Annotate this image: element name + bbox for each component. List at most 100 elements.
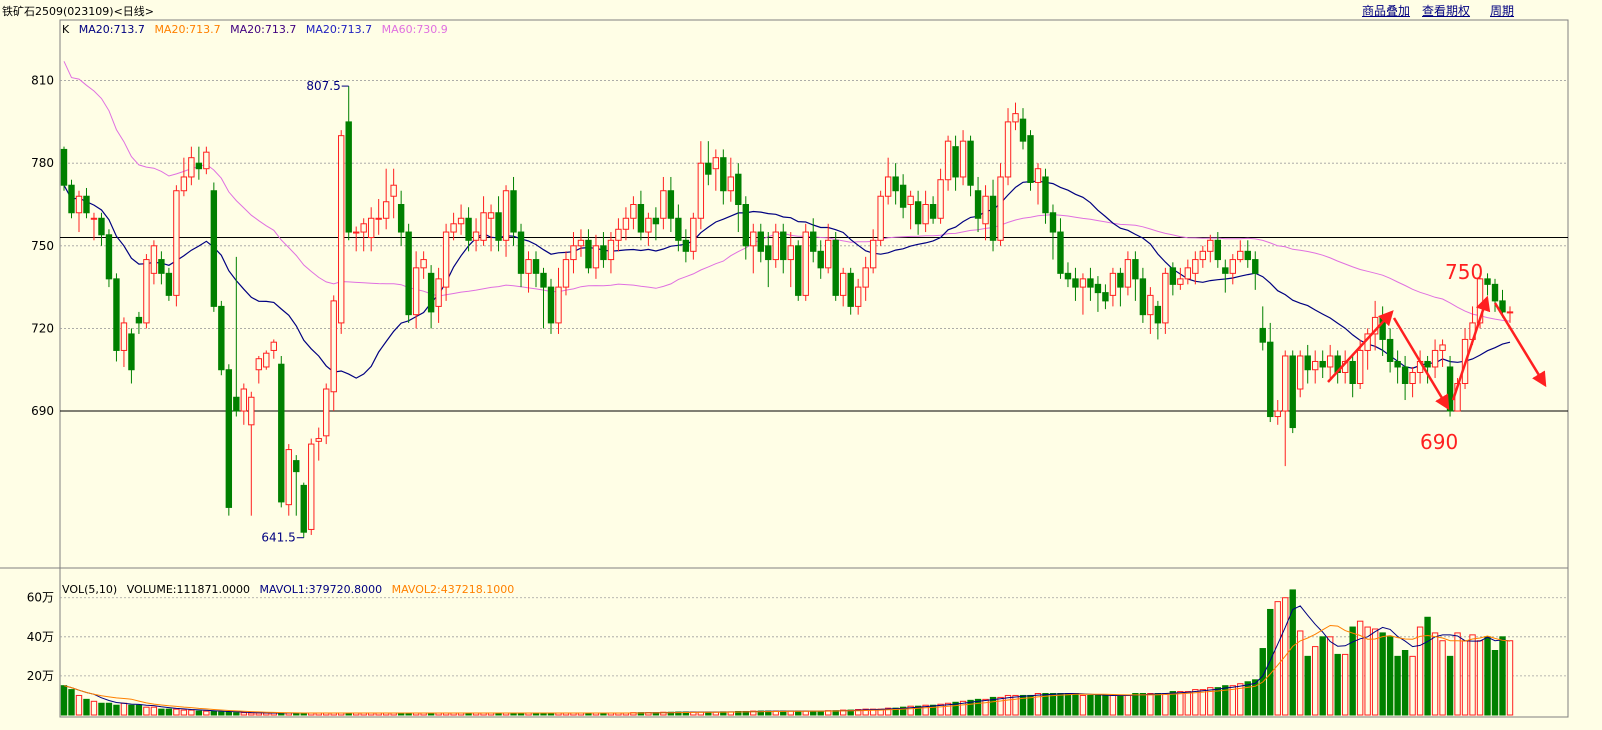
- candle-body: [203, 151, 210, 170]
- candle: [727, 157, 735, 202]
- volume-bar: [1117, 694, 1124, 716]
- candle: [555, 267, 562, 334]
- candle: [405, 223, 412, 323]
- candle: [1371, 300, 1379, 351]
- candle-body: [937, 179, 944, 219]
- candle: [592, 234, 600, 279]
- candle-body: [795, 245, 802, 296]
- candle: [75, 190, 83, 233]
- candle-body: [600, 245, 607, 261]
- view-options-link[interactable]: 查看期权: [1422, 2, 1470, 19]
- volume-bar: [1124, 694, 1132, 716]
- candle-body: [720, 157, 727, 192]
- candle-body: [1237, 250, 1244, 261]
- period-link[interactable]: 周期: [1490, 2, 1514, 19]
- candle-body: [188, 157, 195, 178]
- candle: [780, 223, 787, 274]
- volume-bar: [1491, 650, 1499, 716]
- volume-bar: [1109, 694, 1117, 716]
- candle: [1379, 306, 1386, 356]
- candle-body: [330, 300, 337, 393]
- candle-body: [225, 369, 233, 508]
- volume-bar: [218, 711, 225, 716]
- candle-body: [240, 388, 248, 412]
- candle-body: [1177, 278, 1184, 285]
- candle-body: [165, 272, 173, 296]
- volume-bar: [1214, 687, 1222, 716]
- candle-body: [352, 231, 360, 234]
- candle-body: [487, 212, 495, 219]
- candle: [1034, 163, 1042, 205]
- candle-body: [1072, 278, 1079, 288]
- candle: [1177, 267, 1184, 290]
- candle: [1019, 108, 1027, 150]
- candle: [914, 190, 922, 235]
- price-tick-label: 690: [31, 404, 54, 418]
- ma20-line: [63, 180, 1511, 379]
- volume-bar: [997, 696, 1004, 716]
- volume-bar: [1394, 655, 1401, 716]
- candle-body: [525, 259, 532, 274]
- candle: [847, 267, 854, 315]
- candle-body: [1326, 355, 1334, 368]
- candle: [525, 251, 532, 293]
- candle: [1057, 218, 1064, 279]
- candle: [1304, 344, 1311, 384]
- candle: [989, 179, 997, 252]
- candle: [667, 176, 675, 233]
- candle-body: [1267, 341, 1274, 418]
- candle-body: [540, 272, 547, 288]
- candle-body: [1064, 272, 1072, 280]
- candle-body: [338, 135, 345, 324]
- candle-body: [1012, 113, 1019, 123]
- volume-bar: [68, 689, 75, 716]
- candle-body: [293, 460, 300, 473]
- candle-body: [510, 190, 517, 233]
- price-tick-label: 810: [31, 74, 54, 88]
- candle-body: [345, 121, 352, 233]
- price-labels: 807.5 641.5 750 690: [261, 79, 1483, 545]
- candle-body: [690, 217, 697, 252]
- candle: [173, 185, 180, 307]
- candle-body: [944, 140, 952, 181]
- candle: [937, 168, 944, 224]
- candle: [532, 251, 540, 288]
- volume-bar: [1102, 694, 1109, 716]
- candle: [263, 350, 270, 370]
- candle: [98, 212, 105, 246]
- candle: [1237, 240, 1244, 263]
- volume-legend: VOL(5,10) VOLUME:111871.0000 MAVOL1:3797…: [62, 583, 520, 596]
- volume-bar: [817, 710, 824, 716]
- candle-body: [952, 146, 959, 178]
- candle-body: [180, 176, 188, 192]
- candle-body: [967, 140, 974, 186]
- candle: [675, 204, 682, 252]
- annotation-750: 750: [1445, 260, 1483, 284]
- commodity-overlay-link[interactable]: 商品叠加: [1362, 2, 1410, 19]
- candle: [892, 163, 899, 205]
- candle: [367, 207, 375, 252]
- legend-ma-4: MA20:713.7: [305, 23, 373, 36]
- price-tick-label: 720: [31, 321, 54, 335]
- volume-bar: [1094, 694, 1102, 716]
- candle-body: [1004, 121, 1012, 178]
- candle-body: [300, 484, 307, 533]
- candle: [240, 383, 248, 425]
- candle: [457, 204, 465, 235]
- candle-body: [705, 162, 712, 175]
- candle: [1326, 344, 1334, 378]
- candle: [1064, 262, 1072, 288]
- candle: [233, 256, 240, 417]
- volume-bar: [1154, 693, 1162, 716]
- candle-body: [1094, 283, 1102, 294]
- candle: [323, 383, 330, 445]
- ma60-line: [63, 61, 1511, 322]
- candle: [1401, 355, 1409, 401]
- candle: [270, 339, 277, 359]
- candle-body: [382, 201, 390, 219]
- candle-body: [1162, 272, 1169, 324]
- legend-ma-1: MA20:713.7: [78, 23, 145, 36]
- candle: [1394, 350, 1401, 384]
- price-y-axis: 690 720 750 780 810: [31, 74, 54, 418]
- candle-body: [817, 250, 824, 269]
